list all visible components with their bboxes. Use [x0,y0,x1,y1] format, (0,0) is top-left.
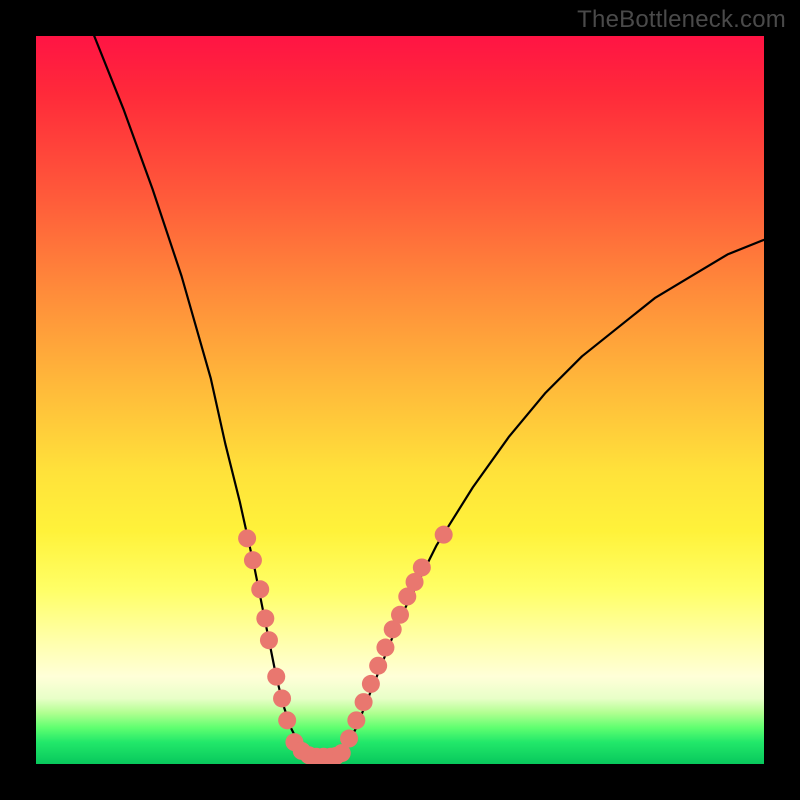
right-dot-3 [355,693,373,711]
right-dot-1 [340,730,358,748]
left-dot-8 [278,711,296,729]
plot-area [36,36,764,764]
chart-frame: TheBottleneck.com [0,0,800,800]
plot-svg [36,36,764,764]
right-dot-2 [347,711,365,729]
left-dot-4 [256,609,274,627]
bottleneck-curve [94,36,764,757]
right-dot-11 [413,558,431,576]
left-dot-6 [267,668,285,686]
right-dot-6 [376,639,394,657]
right-dot-4 [362,675,380,693]
right-dot-5 [369,657,387,675]
left-dot-3 [251,580,269,598]
watermark-text: TheBottleneck.com [577,6,786,34]
left-dot-5 [260,631,278,649]
right-dot-8 [391,606,409,624]
left-dot-2 [244,551,262,569]
right-dot-outlier [435,526,453,544]
left-dot-1 [238,529,256,547]
left-dot-7 [273,689,291,707]
